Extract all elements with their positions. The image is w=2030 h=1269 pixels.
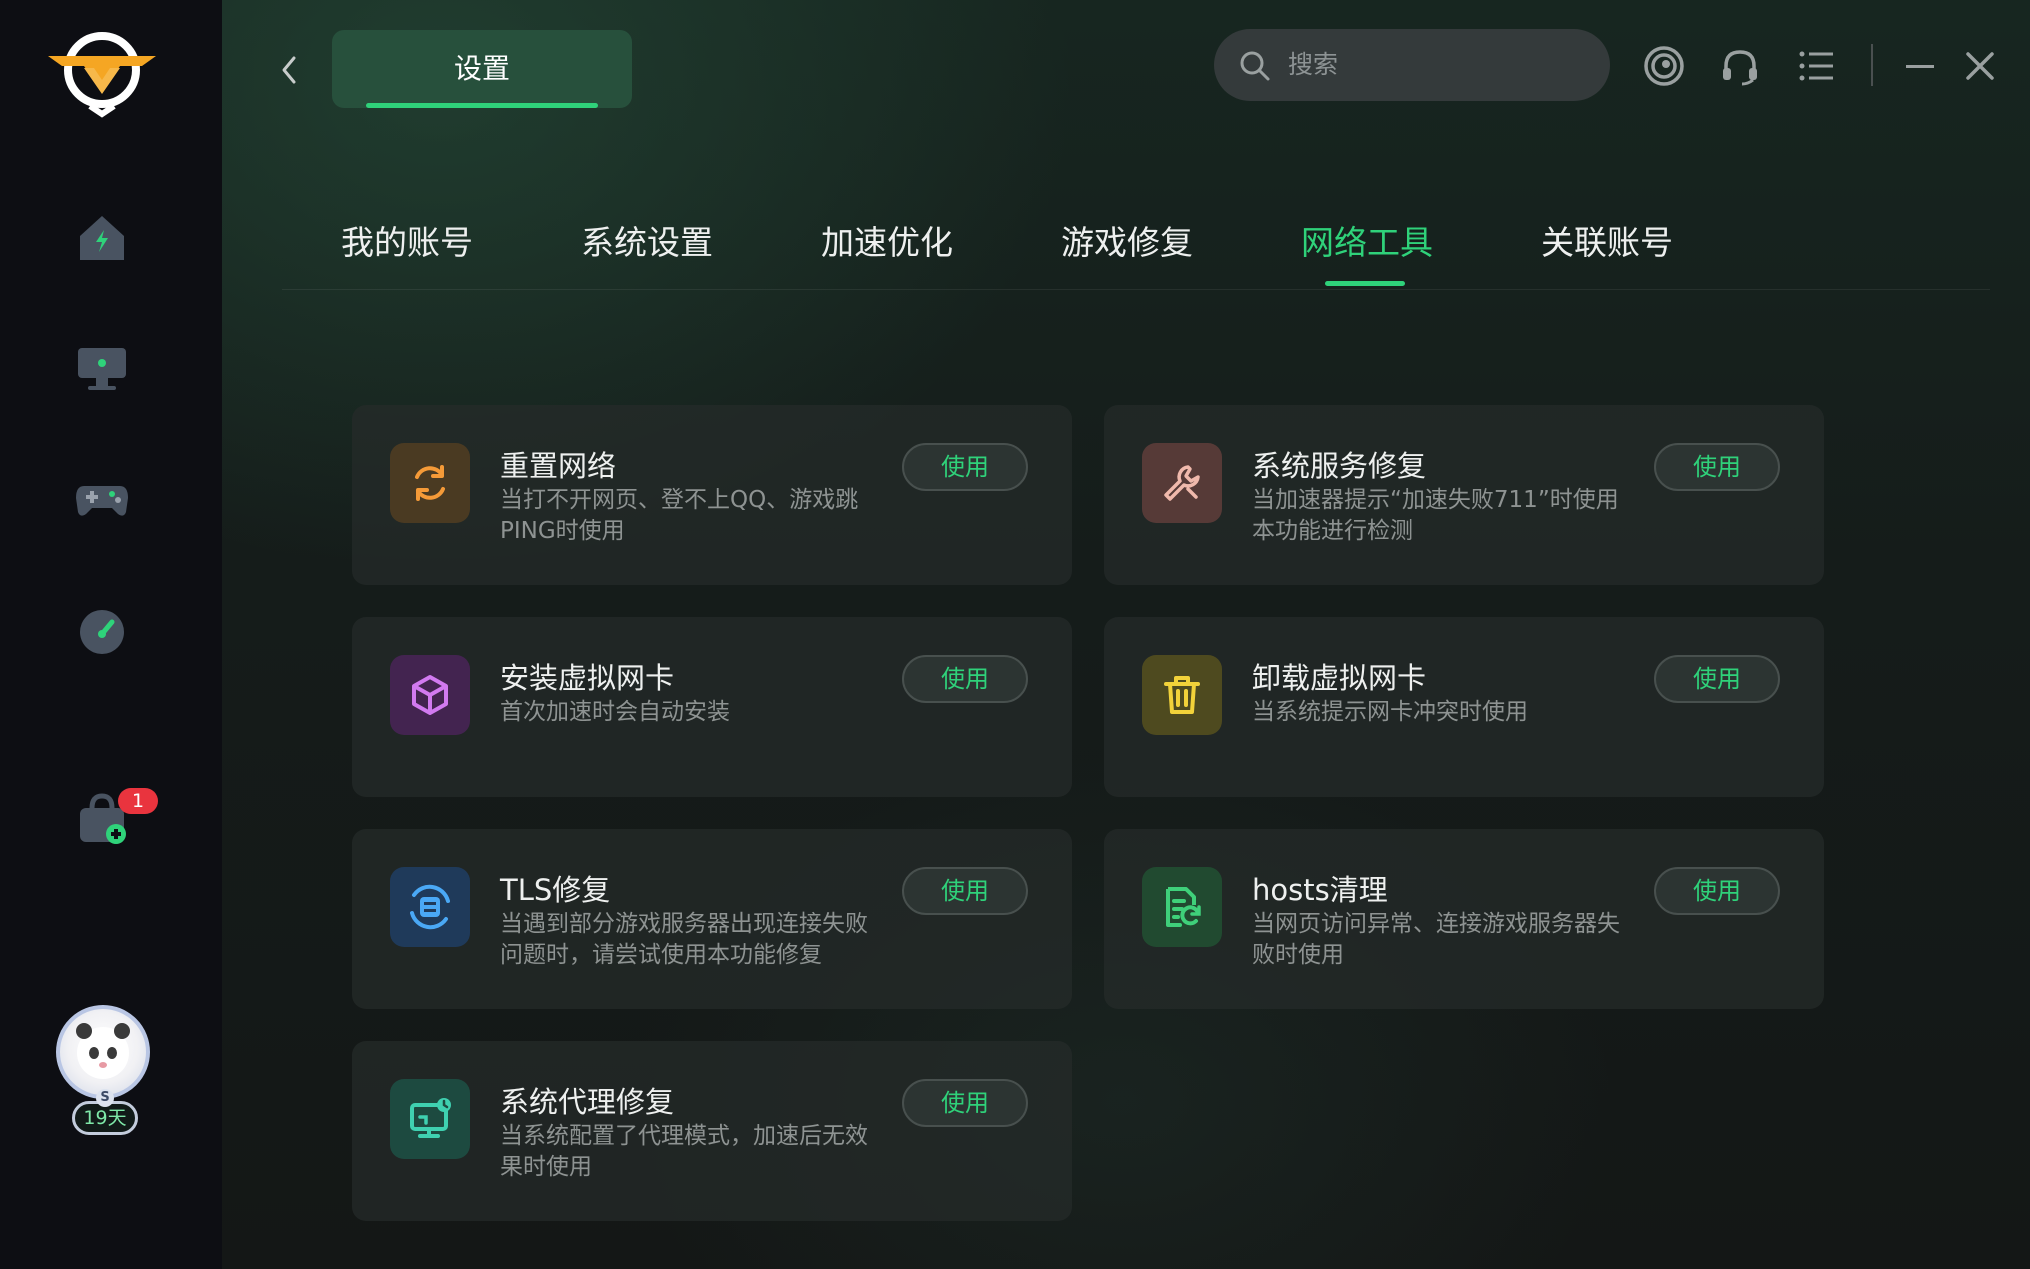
tab-game-repair[interactable]: 游戏修复 xyxy=(1061,216,1193,264)
tool-card-reset-network: 重置网络 当打不开网页、登不上QQ、游戏跳PING时使用 使用 xyxy=(352,405,1072,585)
close-icon[interactable] xyxy=(1958,44,2002,88)
tool-card-tls-repair: TLS修复 当遇到部分游戏服务器出现连接失败问题时，请尝试使用本功能修复 使用 xyxy=(352,829,1072,1009)
main-panel: 设置 搜索 我的账号 系统设置 加速优化 游戏修复 网络工具 关联账号 重置网络… xyxy=(222,0,2030,1269)
tab-my-account[interactable]: 我的账号 xyxy=(341,216,473,264)
home-icon[interactable] xyxy=(72,208,132,268)
minimize-icon[interactable] xyxy=(1898,44,1942,88)
use-button[interactable]: 使用 xyxy=(1654,867,1780,915)
user-avatar[interactable]: 19天 S xyxy=(48,1005,160,1145)
use-button[interactable]: 使用 xyxy=(902,1079,1028,1127)
tool-icon-tile xyxy=(1142,655,1222,735)
search-input[interactable]: 搜索 xyxy=(1214,29,1610,101)
search-placeholder: 搜索 xyxy=(1288,50,1339,79)
tool-title: hosts清理 xyxy=(1252,873,1388,907)
tool-description: 当网页访问异常、连接游戏服务器失败时使用 xyxy=(1252,911,1620,968)
use-button[interactable]: 使用 xyxy=(902,443,1028,491)
notification-badge: 1 xyxy=(118,788,158,814)
refresh-icon xyxy=(415,465,445,501)
tls-repair-icon xyxy=(410,884,450,930)
tool-title: 系统代理修复 xyxy=(500,1085,675,1119)
tool-card-hosts-clean: hosts清理 当网页访问异常、连接游戏服务器失败时使用 使用 xyxy=(1104,829,1824,1009)
tool-card-uninstall-virtual-nic: 卸载虚拟网卡 当系统提示网卡冲突时使用 使用 xyxy=(1104,617,1824,797)
avatar[interactable] xyxy=(56,1005,150,1099)
tab-network-tools[interactable]: 网络工具 xyxy=(1301,216,1433,264)
vip-level-chip: S xyxy=(96,1089,114,1107)
tool-title: 系统服务修复 xyxy=(1252,449,1427,483)
tool-card-system-proxy-repair: 系统代理修复 当系统配置了代理模式，加速后无效果时使用 使用 xyxy=(352,1041,1072,1221)
panda-avatar-icon xyxy=(76,1023,130,1079)
headset-icon[interactable] xyxy=(1718,44,1762,88)
tool-icon-tile xyxy=(390,1079,470,1159)
tool-description: 当系统配置了代理模式，加速后无效果时使用 xyxy=(500,1123,868,1180)
tool-icon-tile xyxy=(390,867,470,947)
header-divider xyxy=(1871,44,1873,86)
monitor-icon[interactable] xyxy=(72,338,132,398)
tab-linked-accounts[interactable]: 关联账号 xyxy=(1541,216,1673,264)
tool-card-system-service-repair: 系统服务修复 当加速器提示“加速失败711”时使用本功能进行检测 使用 xyxy=(1104,405,1824,585)
tabs-divider xyxy=(282,289,1990,290)
tool-title: 卸载虚拟网卡 xyxy=(1252,661,1427,695)
tool-icon-tile xyxy=(390,655,470,735)
title-underline xyxy=(366,103,598,108)
tool-title: TLS修复 xyxy=(500,873,611,907)
file-clean-icon xyxy=(1166,887,1201,927)
tool-description: 当加速器提示“加速失败711”时使用本功能进行检测 xyxy=(1252,487,1619,544)
tool-description: 首次加速时会自动安装 xyxy=(500,699,730,725)
tab-acceleration[interactable]: 加速优化 xyxy=(821,216,953,264)
speedometer-icon[interactable] xyxy=(72,602,132,662)
tool-icon-tile xyxy=(1142,443,1222,523)
tool-icon-tile xyxy=(390,443,470,523)
use-button[interactable]: 使用 xyxy=(1654,443,1780,491)
ubisoft-icon[interactable] xyxy=(1642,44,1686,88)
tool-icon-tile xyxy=(1142,867,1222,947)
settings-tabs: 我的账号 系统设置 加速优化 游戏修复 网络工具 关联账号 xyxy=(222,180,2030,290)
page-title: 设置 xyxy=(453,52,510,85)
sidebar: 1 19天 S xyxy=(0,0,222,1269)
tool-description: 当打不开网页、登不上QQ、游戏跳PING时使用 xyxy=(500,487,859,544)
tool-card-install-virtual-nic: 安装虚拟网卡 首次加速时会自动安装 使用 xyxy=(352,617,1072,797)
tool-title: 安装虚拟网卡 xyxy=(500,661,675,695)
gamepad-icon[interactable] xyxy=(72,468,132,528)
back-chevron-icon[interactable] xyxy=(270,50,310,90)
use-button[interactable]: 使用 xyxy=(1654,655,1780,703)
wrench-icon xyxy=(1164,465,1200,501)
app-window: 1 19天 S 设置 搜索 我的账号 系统设置 加速优化 游戏修复 网络工具 关… xyxy=(0,0,2030,1269)
trash-icon xyxy=(1164,676,1200,714)
search-icon xyxy=(1240,51,1270,81)
use-button[interactable]: 使用 xyxy=(902,655,1028,703)
use-button[interactable]: 使用 xyxy=(902,867,1028,915)
active-tab-indicator xyxy=(1325,281,1405,286)
tool-description: 当遇到部分游戏服务器出现连接失败问题时，请尝试使用本功能修复 xyxy=(500,911,868,968)
cube-icon xyxy=(412,675,448,715)
monitor-repair-icon xyxy=(410,1098,451,1138)
tool-title: 重置网络 xyxy=(500,449,617,483)
tab-system-settings[interactable]: 系统设置 xyxy=(581,216,713,264)
menu-list-icon[interactable] xyxy=(1794,44,1838,88)
page-title-tab[interactable]: 设置 xyxy=(332,30,632,108)
tool-description: 当系统提示网卡冲突时使用 xyxy=(1252,699,1528,725)
app-logo[interactable] xyxy=(44,20,160,120)
